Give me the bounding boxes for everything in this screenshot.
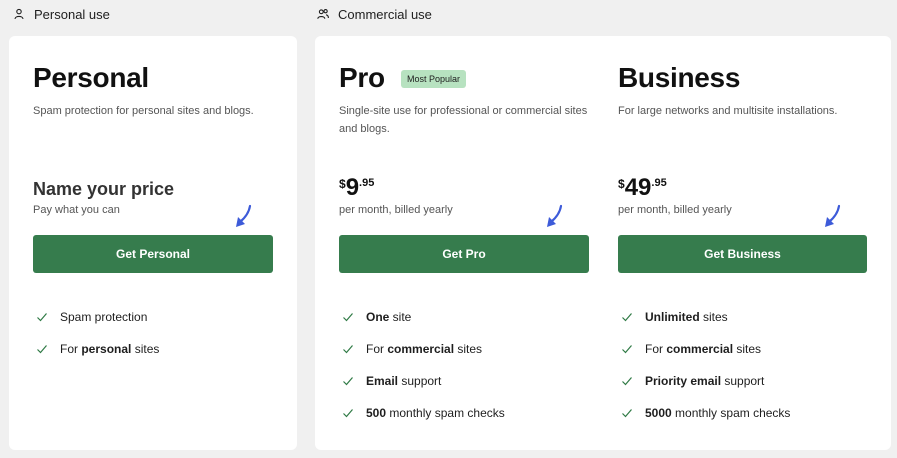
- feature-text: For commercial sites: [645, 342, 762, 356]
- feature-text: Email support: [366, 374, 442, 388]
- feature-text: Spam protection: [60, 310, 148, 324]
- check-icon: [37, 345, 47, 354]
- feature-text: 5000 monthly spam checks: [645, 406, 791, 420]
- pointer-arrow-icon: [236, 204, 252, 227]
- price-currency: $: [618, 177, 625, 191]
- feature-text: One site: [366, 310, 412, 324]
- list-item: 5000 monthly spam checks: [618, 397, 790, 429]
- price-currency: $: [339, 177, 346, 191]
- most-popular-badge: Most Popular: [401, 70, 467, 88]
- feature-text: For commercial sites: [366, 342, 483, 356]
- check-icon: [622, 313, 632, 322]
- get-pro-button[interactable]: Get Pro: [339, 235, 589, 273]
- plan-title: Pro: [339, 62, 385, 93]
- price: $49.95: [618, 176, 667, 200]
- list-item: Priority email support: [618, 365, 790, 397]
- price-cents: .95: [651, 177, 667, 189]
- users-icon: [317, 9, 329, 19]
- section-label: Personal use: [34, 6, 110, 22]
- check-icon: [343, 377, 353, 386]
- check-icon: [343, 313, 353, 322]
- list-item: Email support: [339, 365, 505, 397]
- price-cents: .95: [359, 177, 375, 189]
- pointer-arrow-icon: [547, 204, 563, 227]
- check-icon: [622, 409, 632, 418]
- check-icon: [343, 345, 353, 354]
- check-icon: [343, 409, 353, 418]
- get-personal-button[interactable]: Get Personal: [33, 235, 273, 273]
- plan-title: Personal: [33, 62, 149, 93]
- plan-description: Single-site use for professional or comm…: [339, 105, 588, 135]
- price: $9.95: [339, 176, 374, 200]
- feature-text: Unlimited sites: [645, 310, 728, 324]
- feature-text: For personal sites: [60, 342, 160, 356]
- list-item: For commercial sites: [339, 333, 505, 365]
- feature-list: Unlimited sites For commercial sites Pri…: [618, 301, 790, 429]
- personal-panel: Personal Spam protection for personal si…: [9, 36, 297, 450]
- check-icon: [622, 377, 632, 386]
- pointer-arrow-icon: [825, 204, 841, 227]
- section-label: Commercial use: [338, 6, 432, 22]
- list-item: Unlimited sites: [618, 301, 790, 333]
- plan-title: Business: [618, 62, 741, 93]
- list-item: 500 monthly spam checks: [339, 397, 505, 429]
- list-item: For personal sites: [33, 333, 159, 365]
- price-label: Name your price: [33, 179, 175, 199]
- feature-text: 500 monthly spam checks: [366, 406, 505, 420]
- price-whole: 9: [345, 174, 360, 201]
- price-subtext: per month, billed yearly: [339, 204, 453, 216]
- plan-description: Spam protection for personal sites and b…: [33, 105, 254, 117]
- user-icon: [14, 8, 24, 20]
- section-personal-use: Personal use: [13, 6, 110, 22]
- check-icon: [622, 345, 632, 354]
- section-commercial-use: Commercial use: [317, 6, 432, 22]
- price-subtext: per month, billed yearly: [618, 204, 732, 216]
- feature-list: One site For commercial sites Email supp…: [339, 301, 505, 429]
- price-subtext: Pay what you can: [33, 204, 120, 216]
- commercial-panel: Pro Most Popular Single-site use for pro…: [315, 36, 891, 450]
- list-item: Spam protection: [33, 301, 159, 333]
- check-icon: [37, 313, 47, 322]
- price-whole: 49: [624, 174, 652, 201]
- get-business-button[interactable]: Get Business: [618, 235, 867, 273]
- feature-text: Priority email support: [645, 374, 765, 388]
- plan-description: For large networks and multisite install…: [618, 105, 838, 117]
- feature-list: Spam protection For personal sites: [33, 301, 159, 365]
- list-item: For commercial sites: [618, 333, 790, 365]
- list-item: One site: [339, 301, 505, 333]
